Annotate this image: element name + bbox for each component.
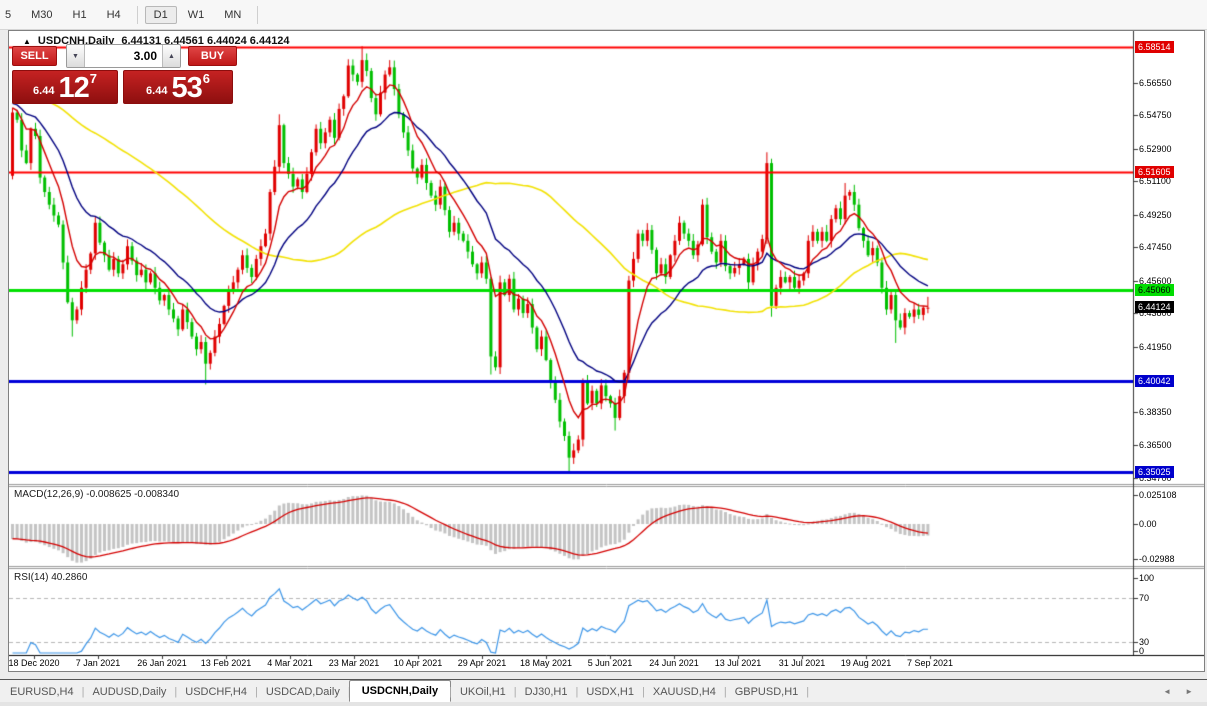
date-axis-tick: 18 May 2021 [520,658,572,668]
volume-spinner: ▼ 3.00 ▲ [66,44,181,68]
rsi-axis-tick: 70 [1139,593,1149,603]
rsi-indicator-label: RSI(14) 40.2860 [14,572,87,583]
rsi-axis-tick: 100 [1139,573,1154,583]
price-axis-tick: 6.36500 [1139,440,1172,450]
ask-price-point: 6 [203,71,210,86]
bid-price-button[interactable]: 6.44 12 7 [12,70,118,104]
sell-button[interactable]: SELL [12,46,57,66]
tab-scroll-left-icon[interactable]: ◄ [1163,687,1171,696]
tab-usdchf-h4[interactable]: USDCHF,H4 [175,683,257,701]
macd-axis-tick: -0.02988 [1139,554,1175,564]
bid-price-pips: 12 [58,75,88,101]
date-axis-tick: 18 Dec 2020 [8,658,59,668]
toolbar-separator [257,6,258,24]
macd-axis-tick: 0.025108 [1139,490,1177,500]
current-price-badge: 6.44124 [1135,301,1174,313]
macd-axis-tick: 0.00 [1139,519,1157,529]
date-axis-tick: 13 Feb 2021 [201,658,252,668]
tab-usdcad-daily[interactable]: USDCAD,Daily [256,683,350,701]
tab-eurusd-h4[interactable]: EURUSD,H4 [0,683,84,701]
ask-price-button[interactable]: 6.44 53 6 [123,70,233,104]
level-price-badge-blue: 6.40042 [1135,375,1174,387]
timeframe-button-h1[interactable]: H1 [64,6,96,24]
ask-price-pips: 53 [171,75,201,101]
price-axis-tick: 6.47450 [1139,242,1172,252]
status-strip [0,702,1207,706]
timeframe-button-5[interactable]: 5 [0,6,20,24]
tab-usdx-h1[interactable]: USDX,H1 [576,683,644,701]
tab-ukoil-h1[interactable]: UKOil,H1 [450,683,516,701]
tab-separator: | [806,686,809,698]
price-axis-tick: 6.49250 [1139,210,1172,220]
one-click-trade-panel: SELL ▼ 3.00 ▲ BUY 6.44 12 7 6.44 53 6 [12,44,237,104]
tab-scroll-right-icon[interactable]: ► [1185,687,1193,696]
chart-window: ▲ USDCNH,Daily 6.44131 6.44561 6.44024 6… [8,30,1205,672]
tab-xauusd-h4[interactable]: XAUUSD,H4 [643,683,726,701]
chart-tab-bar: EURUSD,H4|AUDUSD,Daily|USDCHF,H4|USDCAD,… [0,679,1207,703]
date-axis-tick: 26 Jan 2021 [137,658,187,668]
price-axis-tick: 6.56550 [1139,78,1172,88]
chart-canvas[interactable] [9,31,1204,671]
price-axis-tick: 6.41950 [1139,342,1172,352]
timeframe-toolbar: 5M30H1H4 D1W1MN [0,0,1207,30]
date-axis-tick: 10 Apr 2021 [394,658,443,668]
level-price-badge-red: 6.58514 [1135,41,1174,53]
timeframe-button-d1[interactable]: D1 [145,6,177,24]
date-axis-tick: 4 Mar 2021 [267,658,313,668]
volume-decrease-button[interactable]: ▼ [67,45,85,67]
macd-indicator-label: MACD(12,26,9) -0.008625 -0.008340 [14,489,179,500]
level-price-badge-red: 6.51605 [1135,166,1174,178]
level-price-badge-blue: 6.35025 [1135,466,1174,478]
price-axis-tick: 6.52900 [1139,144,1172,154]
tab-scroll-arrows: ◄► [1163,687,1193,696]
tab-dj30-h1[interactable]: DJ30,H1 [515,683,578,701]
timeframe-button-m30[interactable]: M30 [22,6,61,24]
bid-price-prefix: 6.44 [33,85,54,97]
price-axis-tick: 6.54750 [1139,110,1172,120]
buy-button[interactable]: BUY [188,46,237,66]
date-axis-tick: 13 Jul 2021 [715,658,762,668]
timeframe-button-mn[interactable]: MN [215,6,250,24]
date-axis-tick: 29 Apr 2021 [458,658,507,668]
date-axis-tick: 24 Jun 2021 [649,658,699,668]
tab-usdcnh-daily[interactable]: USDCNH,Daily [349,680,451,702]
price-axis-tick: 6.38350 [1139,407,1172,417]
rsi-axis-tick: 0 [1139,646,1144,656]
ask-price-prefix: 6.44 [146,85,167,97]
volume-input[interactable]: 3.00 [85,45,162,67]
level-price-badge-green: 6.45060 [1135,284,1174,296]
tab-gbpusd-h1[interactable]: GBPUSD,H1 [725,683,809,701]
timeframe-button-h4[interactable]: H4 [98,6,130,24]
bid-price-point: 7 [90,71,97,86]
date-axis-tick: 7 Jan 2021 [76,658,121,668]
date-axis-tick: 19 Aug 2021 [841,658,892,668]
volume-increase-button[interactable]: ▲ [162,45,180,67]
date-axis-tick: 31 Jul 2021 [779,658,826,668]
timeframe-button-w1[interactable]: W1 [179,6,214,24]
date-axis-tick: 7 Sep 2021 [907,658,953,668]
date-axis-tick: 23 Mar 2021 [329,658,380,668]
date-axis-tick: 5 Jun 2021 [588,658,633,668]
toolbar-separator [137,6,138,24]
tab-audusd-daily[interactable]: AUDUSD,Daily [82,683,176,701]
